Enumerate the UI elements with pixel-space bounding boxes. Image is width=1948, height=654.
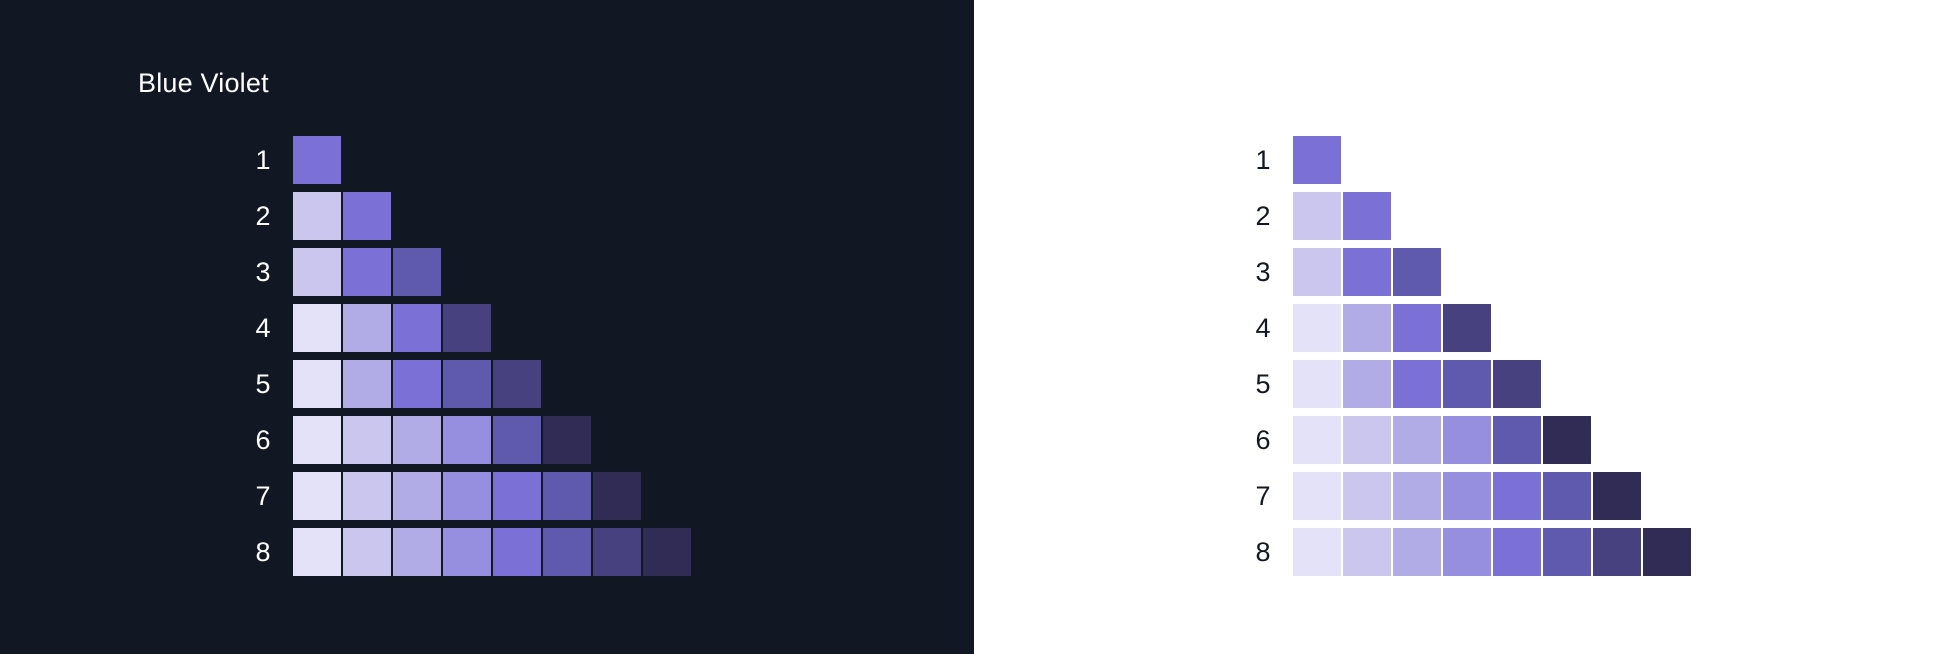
color-swatch bbox=[1343, 360, 1391, 408]
color-swatch bbox=[1443, 472, 1491, 520]
color-swatch bbox=[1393, 472, 1441, 520]
color-swatch bbox=[393, 304, 441, 352]
color-swatch bbox=[493, 528, 541, 576]
color-swatch bbox=[1493, 528, 1541, 576]
color-swatch bbox=[1443, 528, 1491, 576]
row-label: 8 bbox=[255, 537, 271, 567]
light-panel: 1 2 3 4 5 6 7 8 bbox=[974, 0, 1948, 654]
color-swatch bbox=[343, 416, 391, 464]
color-swatch bbox=[593, 472, 641, 520]
color-swatch bbox=[593, 528, 641, 576]
color-swatch bbox=[293, 136, 341, 184]
color-swatch bbox=[343, 472, 391, 520]
dark-panel: Blue Violet 1 2 3 4 5 6 7 8 bbox=[0, 0, 974, 654]
color-swatch bbox=[1343, 416, 1391, 464]
row-label: 2 bbox=[1255, 201, 1271, 231]
color-swatch bbox=[293, 360, 341, 408]
color-swatch bbox=[543, 416, 591, 464]
color-swatch bbox=[393, 248, 441, 296]
color-swatch bbox=[493, 472, 541, 520]
palette-title: Blue Violet bbox=[138, 68, 269, 98]
color-swatch bbox=[1343, 472, 1391, 520]
color-swatch bbox=[1293, 472, 1341, 520]
color-swatch bbox=[1543, 472, 1591, 520]
color-swatch bbox=[293, 528, 341, 576]
color-swatch bbox=[443, 416, 491, 464]
color-swatch bbox=[1293, 136, 1341, 184]
row-label: 4 bbox=[1255, 313, 1271, 343]
color-swatch bbox=[1493, 360, 1541, 408]
row-label: 3 bbox=[255, 257, 271, 287]
color-swatch bbox=[1343, 528, 1391, 576]
color-swatch bbox=[543, 472, 591, 520]
color-swatch bbox=[393, 472, 441, 520]
color-swatch bbox=[1343, 304, 1391, 352]
row-label: 1 bbox=[1255, 145, 1271, 175]
color-swatch bbox=[493, 360, 541, 408]
row-label: 4 bbox=[255, 313, 271, 343]
color-swatch bbox=[1293, 192, 1341, 240]
color-swatch bbox=[443, 360, 491, 408]
row-label: 3 bbox=[1255, 257, 1271, 287]
color-swatch bbox=[1393, 304, 1441, 352]
color-swatch bbox=[343, 192, 391, 240]
color-swatch bbox=[1343, 192, 1391, 240]
color-swatch bbox=[343, 304, 391, 352]
color-swatch bbox=[293, 472, 341, 520]
color-swatch bbox=[1293, 416, 1341, 464]
row-label: 6 bbox=[1255, 425, 1271, 455]
color-swatch bbox=[1443, 416, 1491, 464]
color-swatch bbox=[1543, 528, 1591, 576]
color-swatch bbox=[443, 528, 491, 576]
color-swatch bbox=[1293, 528, 1341, 576]
color-swatch bbox=[1593, 528, 1641, 576]
color-swatch bbox=[1443, 304, 1491, 352]
color-swatch bbox=[1393, 416, 1441, 464]
row-label: 5 bbox=[255, 369, 271, 399]
color-swatch bbox=[1593, 472, 1641, 520]
color-swatch bbox=[1393, 360, 1441, 408]
color-swatch bbox=[293, 304, 341, 352]
row-label: 1 bbox=[255, 145, 271, 175]
color-swatch bbox=[443, 304, 491, 352]
row-label: 8 bbox=[1255, 537, 1271, 567]
color-swatch bbox=[343, 248, 391, 296]
row-label: 7 bbox=[255, 481, 271, 511]
color-swatch bbox=[1293, 304, 1341, 352]
color-swatch bbox=[643, 528, 691, 576]
color-swatch bbox=[1343, 248, 1391, 296]
color-swatch bbox=[393, 528, 441, 576]
color-swatch bbox=[1543, 416, 1591, 464]
color-swatch bbox=[493, 416, 541, 464]
row-label: 2 bbox=[255, 201, 271, 231]
color-swatch bbox=[1493, 472, 1541, 520]
color-swatch bbox=[1393, 248, 1441, 296]
color-swatch bbox=[1643, 528, 1691, 576]
color-swatch bbox=[293, 416, 341, 464]
color-swatch bbox=[293, 192, 341, 240]
row-label: 5 bbox=[1255, 369, 1271, 399]
row-label: 6 bbox=[255, 425, 271, 455]
color-swatch bbox=[443, 472, 491, 520]
color-swatch bbox=[1393, 528, 1441, 576]
color-swatch bbox=[543, 528, 591, 576]
color-swatch bbox=[393, 360, 441, 408]
color-swatch bbox=[1493, 416, 1541, 464]
color-swatch bbox=[293, 248, 341, 296]
color-swatch bbox=[343, 360, 391, 408]
color-swatch bbox=[343, 528, 391, 576]
color-swatch bbox=[1443, 360, 1491, 408]
color-swatch bbox=[1293, 360, 1341, 408]
color-swatch bbox=[1293, 248, 1341, 296]
row-label: 7 bbox=[1255, 481, 1271, 511]
color-swatch bbox=[393, 416, 441, 464]
